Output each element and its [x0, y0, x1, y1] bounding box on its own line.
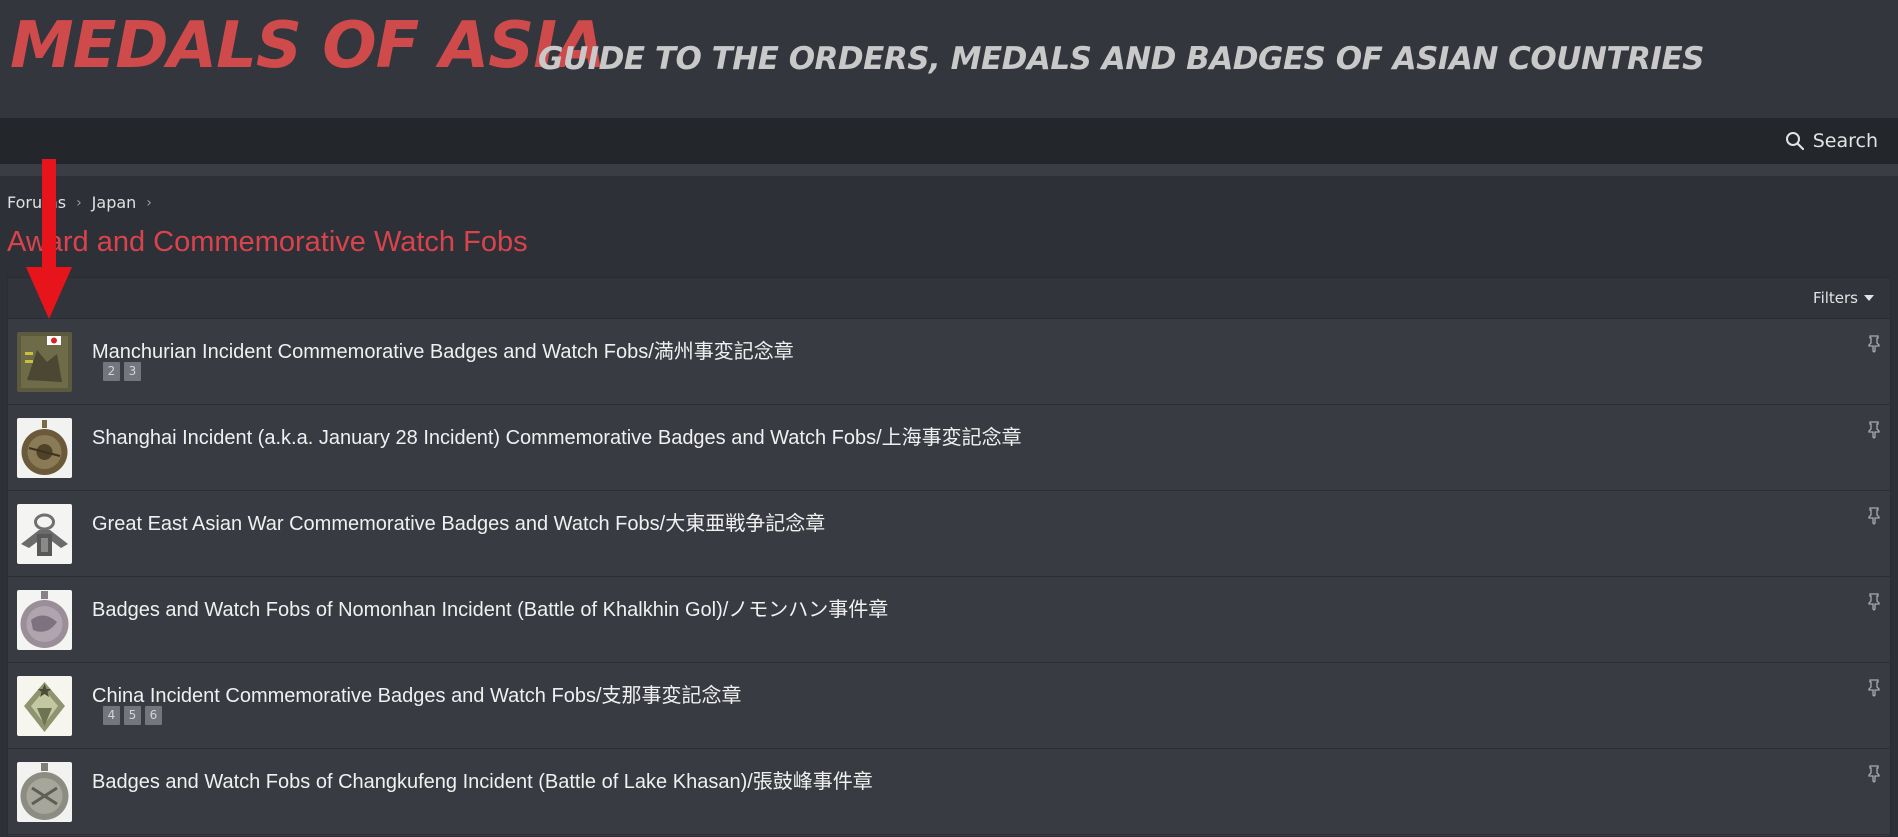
chevron-right-icon: ›	[146, 194, 152, 211]
thread-thumbnail[interactable]	[17, 332, 72, 392]
nav-bar: Search	[0, 118, 1898, 164]
thread-row[interactable]: China Incident Commemorative Badges and …	[8, 663, 1890, 749]
search-icon	[1785, 131, 1805, 151]
site-tagline: GUIDE TO THE ORDERS, MEDALS AND BADGES O…	[538, 41, 1704, 77]
breadcrumb-forums[interactable]: Forums	[7, 193, 66, 212]
thread-title[interactable]: China Incident Commemorative Badges and …	[92, 679, 742, 708]
thread-list: Filters Manchurian Incident Commemorativ…	[7, 277, 1891, 837]
page-jump-links: 2 3	[103, 362, 141, 381]
filters-button[interactable]: Filters	[1813, 289, 1874, 307]
search-button[interactable]: Search	[1785, 129, 1878, 153]
page-jump-links: 4 5 6	[103, 706, 162, 725]
pin-icon	[1868, 421, 1880, 439]
thread-title[interactable]: Badges and Watch Fobs of Changkufeng Inc…	[92, 765, 873, 794]
pin-icon	[1868, 679, 1880, 697]
pin-icon	[1868, 507, 1880, 525]
page-link[interactable]: 2	[103, 362, 120, 381]
thread-title[interactable]: Shanghai Incident (a.k.a. January 28 Inc…	[92, 421, 1022, 450]
thread-thumbnail[interactable]	[17, 590, 72, 650]
page-link[interactable]: 5	[124, 706, 141, 725]
nav-divider	[0, 164, 1898, 176]
chevron-right-icon: ›	[76, 194, 82, 211]
site-logo[interactable]: MEDALS OF ASIA	[10, 14, 606, 78]
page-link[interactable]: 3	[124, 362, 141, 381]
site-header: MEDALS OF ASIA GUIDE TO THE ORDERS, MEDA…	[0, 0, 1898, 118]
thread-row[interactable]: Badges and Watch Fobs of Changkufeng Inc…	[8, 749, 1890, 835]
breadcrumb: Forums › Japan ›	[7, 193, 152, 212]
pin-icon	[1868, 593, 1880, 611]
thread-thumbnail[interactable]	[17, 676, 72, 736]
thread-row[interactable]: Shanghai Incident (a.k.a. January 28 Inc…	[8, 405, 1890, 491]
thread-title[interactable]: Manchurian Incident Commemorative Badges…	[92, 335, 794, 364]
thread-row[interactable]: Great East Asian War Commemorative Badge…	[8, 491, 1890, 577]
page-link[interactable]: 6	[145, 706, 162, 725]
thread-row[interactable]: Badges and Watch Fobs of Nomonhan Incide…	[8, 577, 1890, 663]
filter-bar: Filters	[8, 278, 1890, 319]
thread-row[interactable]: Manchurian Incident Commemorative Badges…	[8, 319, 1890, 405]
breadcrumb-japan[interactable]: Japan	[92, 193, 137, 212]
thread-title[interactable]: Badges and Watch Fobs of Nomonhan Incide…	[92, 593, 888, 622]
page-title: Award and Commemorative Watch Fobs	[7, 226, 528, 258]
thread-thumbnail[interactable]	[17, 418, 72, 478]
caret-down-icon	[1864, 295, 1874, 301]
thread-thumbnail[interactable]	[17, 504, 72, 564]
filters-label: Filters	[1813, 289, 1858, 307]
pin-icon	[1868, 335, 1880, 353]
pin-icon	[1868, 765, 1880, 783]
search-label: Search	[1812, 130, 1878, 152]
thread-title[interactable]: Great East Asian War Commemorative Badge…	[92, 507, 825, 536]
thread-thumbnail[interactable]	[17, 762, 72, 822]
page-link[interactable]: 4	[103, 706, 120, 725]
